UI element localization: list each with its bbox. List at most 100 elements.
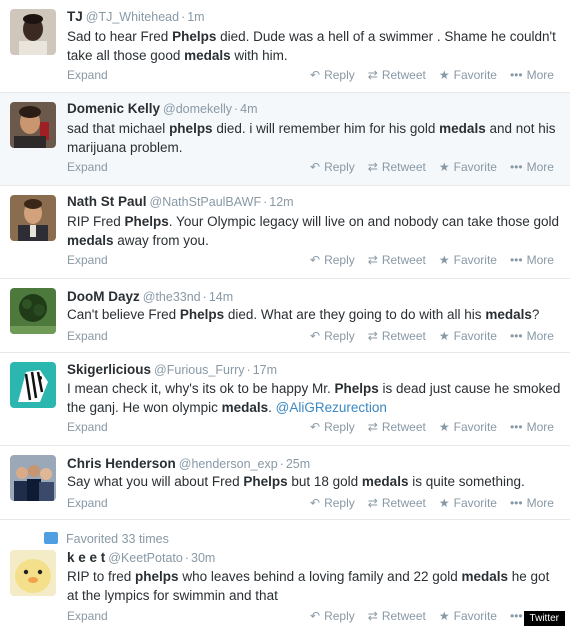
avatar[interactable] (10, 195, 56, 241)
avatar[interactable] (10, 288, 56, 334)
avatar[interactable] (10, 550, 56, 596)
more-label: More (526, 420, 554, 434)
timestamp[interactable]: 17m (253, 363, 277, 377)
retweet-button[interactable]: ⇄ Retweet (368, 329, 426, 343)
timestamp[interactable]: 4m (240, 102, 257, 116)
favorite-button[interactable]: ★ Favorite (439, 329, 497, 343)
favorite-button[interactable]: ★ Favorite (439, 609, 497, 623)
star-icon: ★ (438, 420, 450, 434)
tweet[interactable]: Favorited 33 times k e e t @KeetPotato · 30… (0, 520, 570, 629)
tweet-actions: ↶Reply ⇄Retweet ★Favorite •••More (310, 160, 567, 174)
author-name[interactable]: Nath St Paul (67, 194, 147, 209)
author-handle[interactable]: @KeetPotato (108, 551, 183, 565)
avatar[interactable] (10, 9, 56, 55)
tweet[interactable]: Domenic Kelly @domekelly · 4m sad that mich… (0, 93, 570, 186)
expand-link[interactable]: Expand (67, 68, 108, 82)
timestamp[interactable]: 14m (209, 290, 233, 304)
favorite-label: Favorite (453, 329, 497, 343)
tweet-actions: ↶Reply ⇄Retweet ★Favorite •••More (310, 253, 567, 267)
tweet-actions: ↶Reply ⇄Retweet ★Favorite •••More (310, 68, 567, 82)
reply-button[interactable]: ↶ Reply (310, 68, 355, 82)
author-name[interactable]: Skigerlicious (67, 362, 151, 377)
timestamp[interactable]: 12m (269, 195, 293, 209)
tweet-actions: ↶Reply ⇄Retweet ★Favorite •••More (310, 420, 567, 434)
star-icon: ★ (438, 496, 450, 510)
more-button[interactable]: •••More (510, 253, 554, 267)
more-dots-icon: ••• (509, 329, 523, 343)
tweet-header: Skigerlicious @Furious_Furry · 17m (67, 362, 277, 377)
retweet-icon: ⇄ (367, 609, 378, 623)
tweet-text-segment: sad that michael (67, 121, 170, 136)
more-button[interactable]: •••More (510, 68, 554, 82)
reply-button[interactable]: ↶ Reply (310, 253, 355, 267)
more-button[interactable]: •••More (510, 496, 554, 510)
retweet-button[interactable]: ⇄ Retweet (368, 253, 426, 267)
author-handle[interactable]: @henderson_exp (179, 457, 278, 471)
tweet-text: RIP Fred Phelps. Your Olympic legacy wil… (67, 212, 562, 250)
favorite-button[interactable]: ★ Favorite (439, 496, 497, 510)
more-label: More (526, 68, 554, 82)
reply-button[interactable]: ↶ Reply (310, 329, 355, 343)
author-name[interactable]: k e e t (67, 550, 105, 565)
reply-button[interactable]: ↶ Reply (310, 609, 355, 623)
tweet[interactable]: DooM Dayz @the33nd · 14m Can't believe Fred… (0, 279, 570, 353)
tweet[interactable]: Nath St Paul @NathStPaulBAWF · 12m RIP Fred… (0, 186, 570, 279)
author-handle[interactable]: @Furious_Furry (154, 363, 245, 377)
keyword-highlight: Phelps (172, 29, 217, 44)
expand-link[interactable]: Expand (67, 160, 108, 174)
star-icon: ★ (438, 253, 450, 267)
expand-link[interactable]: Expand (67, 420, 108, 434)
more-dots-icon: ••• (509, 496, 523, 510)
favorite-button[interactable]: ★ Favorite (439, 420, 497, 434)
tweet-actions: ↶Reply ⇄Retweet ★Favorite •••More (310, 329, 567, 343)
tweet-text-segment: Sad to hear Fred (67, 29, 173, 44)
retweet-button[interactable]: ⇄ Retweet (368, 496, 426, 510)
reply-button[interactable]: ↶ Reply (310, 420, 355, 434)
author-handle[interactable]: @the33nd (143, 290, 201, 304)
retweet-button[interactable]: ⇄ Retweet (368, 609, 426, 623)
avatar[interactable] (10, 362, 56, 408)
author-name[interactable]: DooM Dayz (67, 289, 140, 304)
more-button[interactable]: •••More (510, 160, 554, 174)
favorite-button[interactable]: ★ Favorite (439, 68, 497, 82)
timestamp[interactable]: 1m (187, 10, 204, 24)
reply-button[interactable]: ↶ Reply (310, 160, 355, 174)
author-name[interactable]: Chris Henderson (67, 456, 176, 471)
timestamp[interactable]: 30m (191, 551, 215, 565)
tweet-text-segment: Say what you will about Fred (67, 474, 244, 489)
retweet-button[interactable]: ⇄ Retweet (368, 68, 426, 82)
author-handle[interactable]: @domekelly (163, 102, 232, 116)
reply-button[interactable]: ↶ Reply (310, 496, 355, 510)
author-name[interactable]: TJ (67, 9, 83, 24)
author-handle[interactable]: @TJ_Whitehead (86, 10, 179, 24)
mention-link[interactable]: @AliGRezurection (276, 400, 387, 415)
reply-icon: ↶ (310, 253, 321, 267)
retweet-button[interactable]: ⇄ Retweet (368, 160, 426, 174)
tweet-header: Nath St Paul @NathStPaulBAWF · 12m (67, 194, 294, 209)
timestamp[interactable]: 25m (286, 457, 310, 471)
more-button[interactable]: •••More (510, 329, 554, 343)
more-label: More (526, 160, 554, 174)
keyword-highlight: medals (461, 569, 509, 584)
author-name[interactable]: Domenic Kelly (67, 101, 160, 116)
retweet-label: Retweet (381, 160, 426, 174)
tweet[interactable]: TJ @TJ_Whitehead · 1m Sad to hear Fred Phel… (0, 0, 570, 93)
favorite-button[interactable]: ★ Favorite (439, 253, 497, 267)
keyword-highlight: Phelps (179, 307, 225, 322)
expand-link[interactable]: Expand (67, 609, 108, 623)
favorite-button[interactable]: ★ Favorite (439, 160, 497, 174)
author-handle[interactable]: @NathStPaulBAWF (150, 195, 262, 209)
keyword-highlight: Phelps (334, 381, 379, 396)
tweet-text-segment: . (268, 400, 276, 415)
more-button[interactable]: •••More (510, 420, 554, 434)
retweet-button[interactable]: ⇄ Retweet (368, 420, 426, 434)
avatar[interactable] (10, 455, 56, 501)
retweet-label: Retweet (381, 329, 426, 343)
expand-link[interactable]: Expand (67, 329, 108, 343)
expand-link[interactable]: Expand (67, 253, 108, 267)
tweet[interactable]: Chris Henderson @henderson_exp · 25m Say wh… (0, 446, 570, 520)
expand-link[interactable]: Expand (67, 496, 108, 510)
favorited-count[interactable]: Favorited 33 times (66, 532, 169, 546)
avatar[interactable] (10, 102, 56, 148)
tweet[interactable]: Skigerlicious @Furious_Furry · 17m I mean c… (0, 353, 570, 446)
